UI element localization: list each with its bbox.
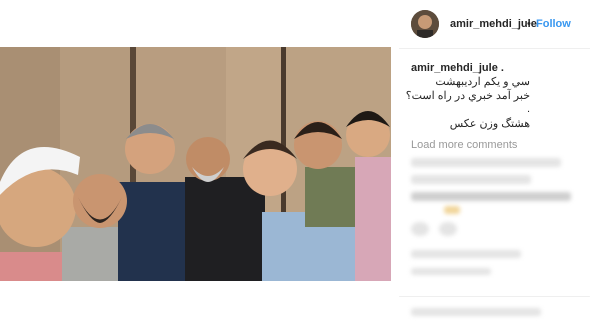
follow-button[interactable]: Follow: [536, 18, 571, 30]
blurred-comment-icon: [439, 222, 457, 236]
caption-line: خبر آمد خبري در راه است؟: [405, 90, 530, 102]
post-photo[interactable]: [0, 47, 391, 281]
caption-line: هشتگ وزن عکس: [449, 118, 530, 130]
header-separator: •: [527, 18, 531, 30]
avatar[interactable]: [411, 10, 439, 38]
post-header: amir_mehdi_jule • Follow: [399, 0, 590, 49]
blurred-timestamp: [411, 268, 491, 275]
blurred-emoji: [444, 206, 460, 214]
avatar-image: [411, 10, 439, 38]
group-selfie-image: [0, 47, 391, 281]
blurred-comment: [411, 192, 571, 201]
blurred-likes: [411, 250, 521, 258]
blurred-comment: [411, 158, 561, 167]
blurred-add-comment-field[interactable]: [411, 308, 541, 316]
caption-line: سي و يکم ارديبهشت: [435, 76, 530, 88]
caption-line: .: [526, 103, 530, 115]
load-more-comments-link[interactable]: Load more comments: [411, 139, 517, 151]
post-sidebar: amir_mehdi_jule • Follow amir_mehdi_jule…: [399, 0, 590, 330]
divider: [399, 296, 590, 297]
caption-username[interactable]: amir_mehdi_jule .: [411, 62, 504, 74]
blurred-like-icon: [411, 222, 429, 236]
header-username[interactable]: amir_mehdi_jule: [450, 18, 537, 30]
blurred-comment: [411, 175, 531, 184]
